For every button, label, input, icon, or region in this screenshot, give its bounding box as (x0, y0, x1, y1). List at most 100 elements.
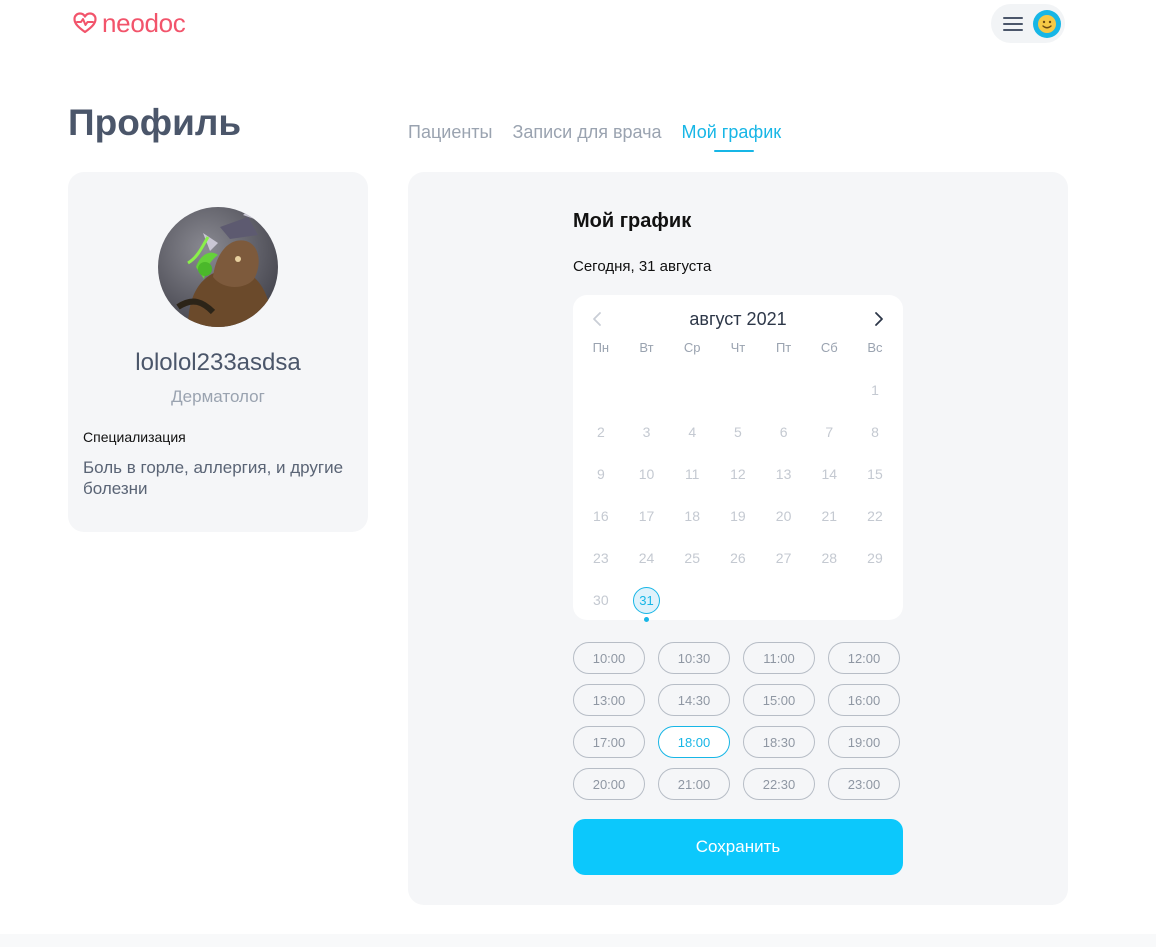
time-slot-button[interactable]: 14:30 (658, 684, 730, 716)
calendar-next-button[interactable] (867, 307, 891, 331)
weekday-label: Пт (775, 340, 792, 355)
calendar-day[interactable]: 16 (578, 495, 624, 537)
calendar-day[interactable]: 26 (715, 537, 761, 579)
time-slot-button-selected[interactable]: 18:00 (658, 726, 730, 758)
calendar-day[interactable]: 23 (578, 537, 624, 579)
time-slot-button[interactable]: 21:00 (658, 768, 730, 800)
time-slot-button[interactable]: 10:00 (573, 642, 645, 674)
calendar-day-number: 13 (775, 466, 792, 482)
calendar-day-number: 7 (825, 424, 834, 440)
doctor-name: lololol233asdsa (135, 349, 301, 376)
calendar-day-number: 27 (775, 550, 792, 566)
calendar-day-number: 31 (633, 586, 661, 614)
calendar-day[interactable]: 20 (761, 495, 807, 537)
calendar-day[interactable]: 30 (578, 579, 624, 621)
calendar-day-number: 23 (593, 550, 609, 566)
schedule-title: Мой график (573, 210, 692, 232)
tab-doctor-appointments[interactable]: Записи для врача (512, 120, 661, 144)
calendar-day-number: 29 (867, 550, 883, 566)
calendar-day[interactable]: 29 (852, 537, 898, 579)
specialization-label: Специализация (83, 429, 186, 445)
calendar-day[interactable]: 15 (852, 453, 898, 495)
calendar-day-number: 18 (684, 508, 700, 524)
calendar-day[interactable]: 9 (578, 453, 624, 495)
calendar-day[interactable]: 7 (806, 411, 852, 453)
heart-pulse-icon (73, 12, 97, 34)
calendar-day-number: 22 (867, 508, 883, 524)
time-slot-button[interactable]: 23:00 (828, 768, 900, 800)
calendar-day[interactable]: 1 (852, 369, 898, 411)
calendar-day[interactable]: 17 (624, 495, 670, 537)
calendar-day-number: 2 (596, 424, 605, 440)
time-slot-button[interactable]: 10:30 (658, 642, 730, 674)
time-slot-button[interactable]: 19:00 (828, 726, 900, 758)
calendar-days: 1 2 3 4 5 6 7 8 9 10 11 12 13 14 15 16 17 18 19 20 21 22 23 24 2… (578, 369, 898, 622)
calendar-day[interactable]: 28 (806, 537, 852, 579)
profile-card: lololol233asdsa Дерматолог Специализация… (68, 172, 368, 532)
calendar: август 2021 Пн Вт Ср Чт Пт Сб Вс 1 2 3 4 5 6 7 8 9 10 11… (573, 295, 903, 622)
today-label: Сегодня, 31 августа (573, 258, 712, 275)
calendar-day-number: 5 (734, 424, 742, 440)
calendar-day[interactable]: 2 (578, 411, 624, 453)
save-button[interactable]: Сохранить (573, 819, 903, 875)
calendar-day-number: 4 (688, 424, 697, 440)
calendar-day[interactable]: 27 (761, 537, 807, 579)
weekday-label: Пн (592, 340, 610, 355)
time-slot-button[interactable]: 16:00 (828, 684, 900, 716)
calendar-day-selected[interactable]: 31 (624, 579, 670, 622)
weekday-label: Сб (820, 340, 838, 355)
doctor-specialty: Дерматолог (171, 387, 265, 406)
calendar-day-number: 3 (642, 424, 651, 440)
calendar-empty-cell (806, 369, 852, 411)
time-slot-button[interactable]: 17:00 (573, 726, 645, 758)
tab-my-schedule[interactable]: Мой график (682, 120, 781, 152)
calendar-day[interactable]: 22 (852, 495, 898, 537)
calendar-day-number: 14 (821, 466, 838, 482)
calendar-day[interactable]: 18 (669, 495, 715, 537)
calendar-day[interactable]: 11 (669, 453, 715, 495)
calendar-day[interactable]: 14 (806, 453, 852, 495)
tab-patients[interactable]: Пациенты (408, 120, 492, 144)
time-slot-button[interactable]: 18:30 (743, 726, 815, 758)
time-slot-button[interactable]: 12:00 (828, 642, 900, 674)
calendar-day[interactable]: 19 (715, 495, 761, 537)
selected-day-indicator (644, 617, 650, 622)
calendar-day-number: 9 (596, 466, 605, 482)
time-slot-button[interactable]: 20:00 (573, 768, 645, 800)
time-slots: 10:00 10:30 11:00 12:00 13:00 14:30 15:00 16:00… (573, 642, 903, 800)
calendar-day[interactable]: 8 (852, 411, 898, 453)
calendar-day[interactable]: 12 (715, 453, 761, 495)
calendar-day-number: 12 (730, 466, 746, 482)
calendar-day-number: 21 (821, 508, 838, 524)
weekday-label: Чт (730, 340, 746, 355)
calendar-day-number: 30 (593, 592, 609, 608)
calendar-day[interactable]: 10 (624, 453, 670, 495)
chevron-right-icon (875, 312, 883, 326)
calendar-day-number: 24 (638, 550, 655, 566)
user-menu-button[interactable] (991, 4, 1065, 43)
calendar-day[interactable]: 13 (761, 453, 807, 495)
calendar-day[interactable]: 25 (669, 537, 715, 579)
calendar-day[interactable]: 21 (806, 495, 852, 537)
calendar-day[interactable]: 5 (715, 411, 761, 453)
logo[interactable]: neodoc (72, 6, 186, 40)
smiley-icon (1038, 14, 1056, 33)
time-slot-button[interactable]: 15:00 (743, 684, 815, 716)
calendar-day[interactable]: 4 (669, 411, 715, 453)
calendar-day[interactable]: 24 (624, 537, 670, 579)
calendar-day-number: 19 (730, 508, 746, 524)
calendar-day[interactable]: 6 (761, 411, 807, 453)
time-slot-button[interactable]: 22:30 (743, 768, 815, 800)
calendar-prev-button[interactable] (585, 307, 609, 331)
hamburger-icon (1003, 16, 1023, 31)
calendar-header: август 2021 (573, 307, 903, 331)
time-slot-button[interactable]: 13:00 (573, 684, 645, 716)
calendar-month-label: август 2021 (689, 309, 787, 329)
footer-strip (0, 934, 1156, 947)
calendar-day-number: 25 (684, 550, 700, 566)
time-slot-button[interactable]: 11:00 (743, 642, 815, 674)
calendar-day-number: 28 (821, 550, 838, 566)
calendar-day[interactable]: 3 (624, 411, 670, 453)
calendar-day-number: 15 (867, 466, 883, 482)
calendar-day-number: 26 (730, 550, 746, 566)
